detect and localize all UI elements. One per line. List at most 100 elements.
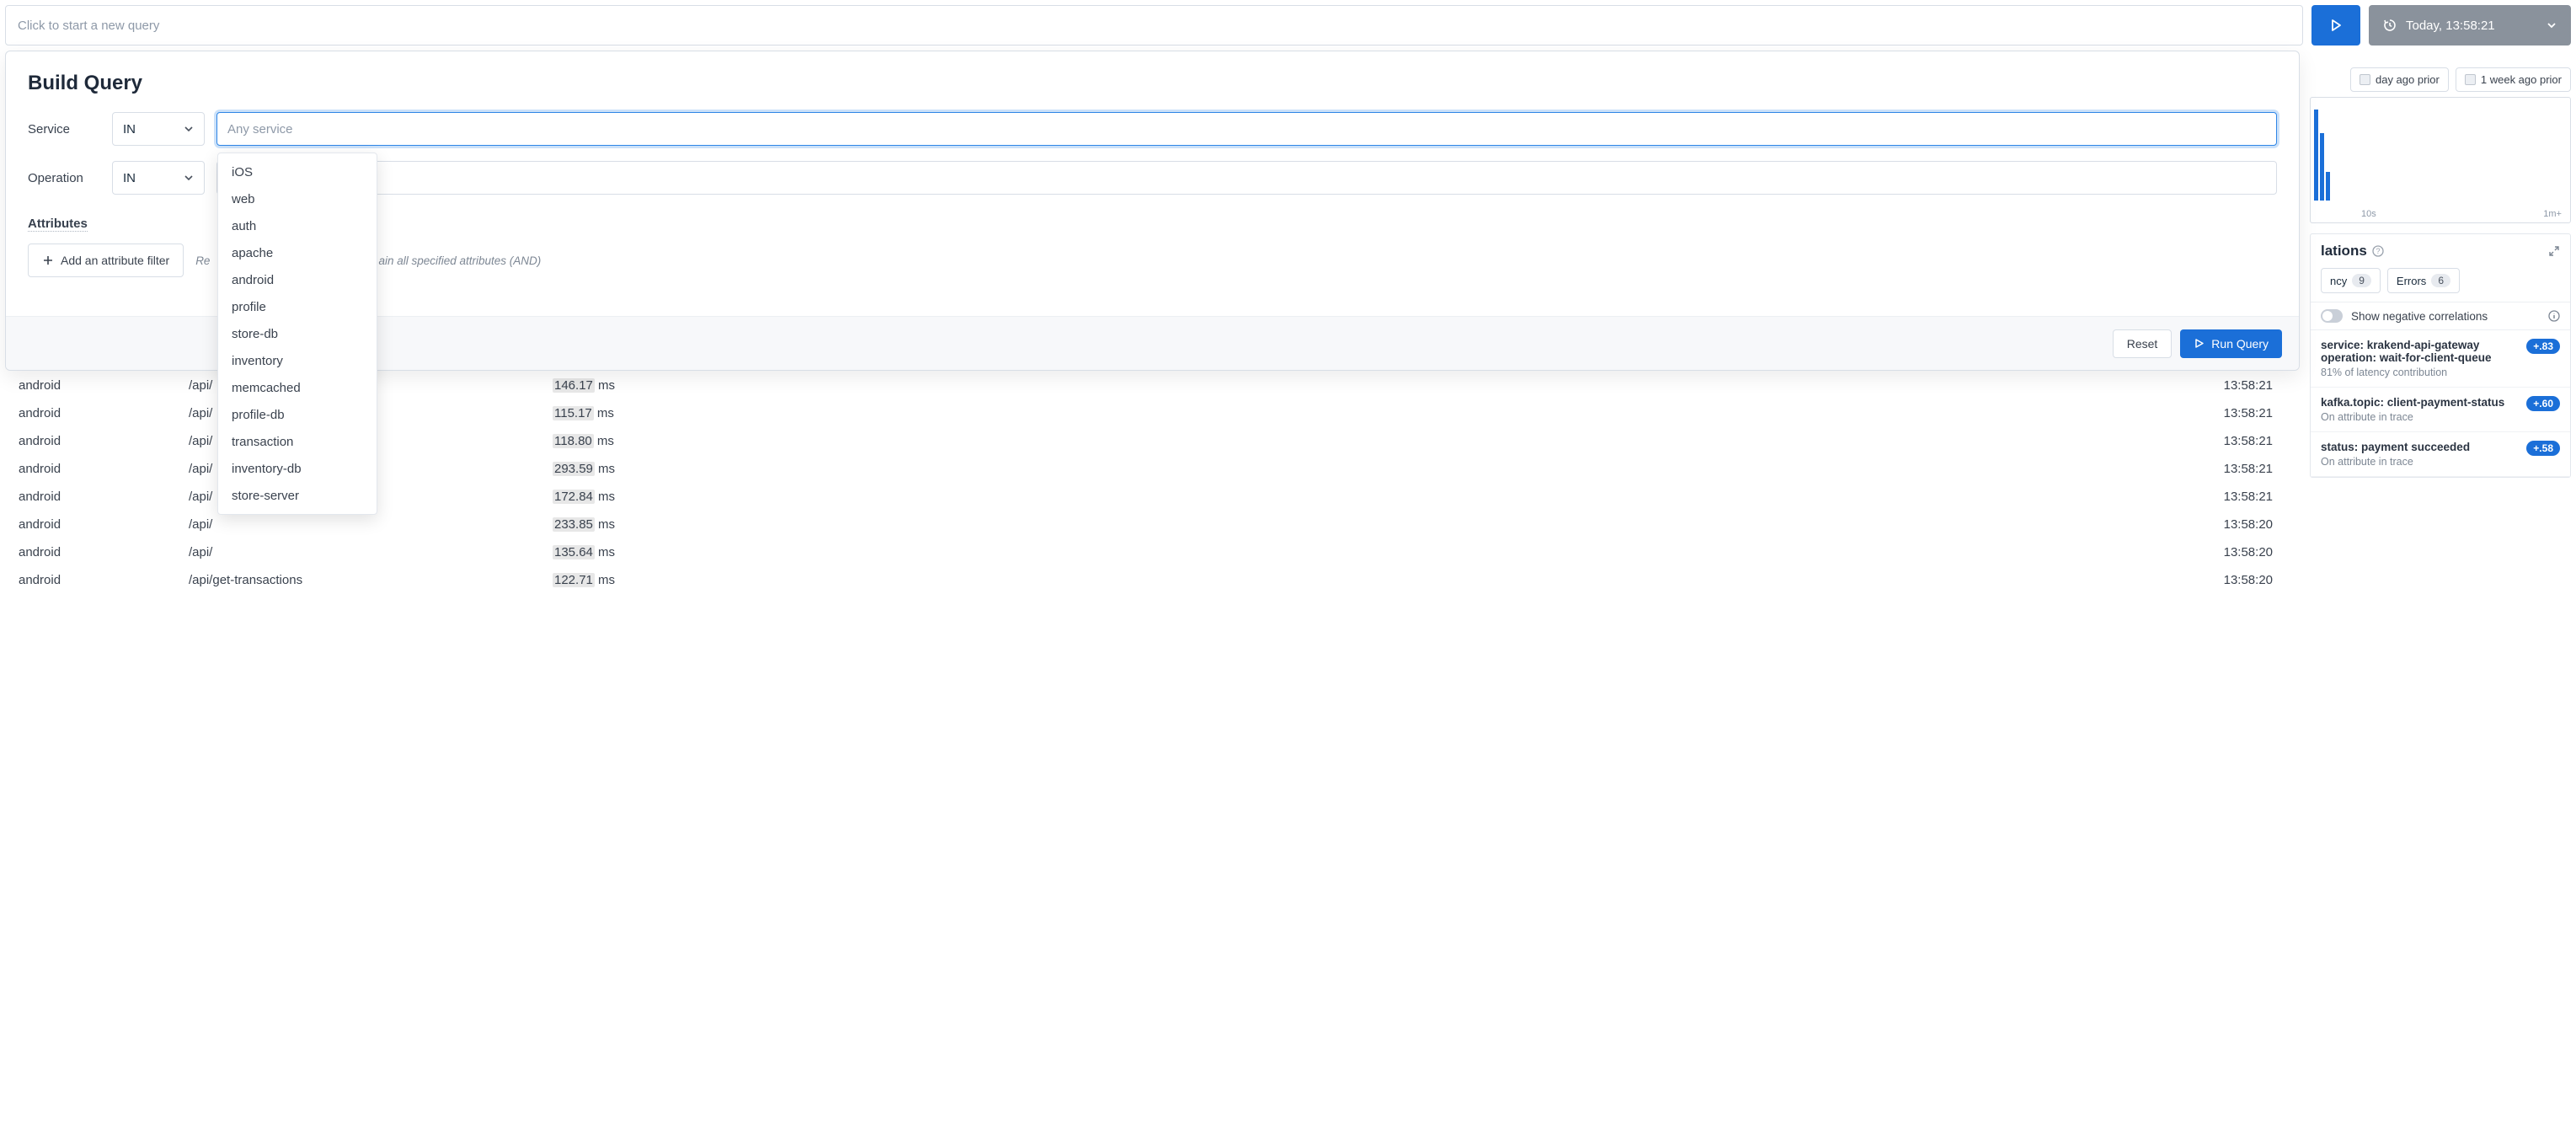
negative-correlations-toggle[interactable] — [2321, 309, 2343, 323]
time-range-button[interactable]: Today, 13:58:21 — [2369, 5, 2571, 45]
run-query-top-button[interactable] — [2311, 5, 2360, 45]
dropdown-item[interactable]: auth — [218, 212, 377, 239]
correlations-panel: lations ? ncy 9 Errors 6 Show negative c… — [2310, 233, 2571, 478]
tab-latency-count: 9 — [2352, 274, 2371, 287]
correlations-title: lations — [2321, 243, 2367, 260]
cell-timestamp: 13:58:21 — [837, 428, 2298, 454]
cell-operation: /api/ — [177, 539, 539, 565]
plus-icon — [42, 254, 54, 266]
correlation-score: +.60 — [2526, 396, 2560, 411]
correlation-item[interactable]: kafka.topic: client-payment-statusOn att… — [2311, 388, 2570, 432]
history-icon — [2382, 18, 2397, 33]
dropdown-item[interactable]: profile-db — [218, 401, 377, 428]
panel-title: Build Query — [28, 72, 2277, 95]
cell-latency: 115.17 ms — [541, 400, 836, 426]
dropdown-item[interactable]: iOS — [218, 158, 377, 185]
latency-histogram: 10s 1m+ — [2310, 97, 2571, 223]
dropdown-item[interactable]: profile — [218, 293, 377, 320]
dropdown-item[interactable]: store-db — [218, 320, 377, 347]
cell-operation: /api/get-transactions — [177, 567, 539, 593]
cell-service: android — [7, 372, 175, 399]
correlation-item[interactable]: status: payment succeededOn attribute in… — [2311, 432, 2570, 477]
correlation-score: +.83 — [2526, 339, 2560, 354]
histogram-bar — [2314, 110, 2318, 201]
dropdown-item[interactable]: android — [218, 266, 377, 293]
table-row[interactable]: android/api/233.85 ms13:58:20 — [7, 511, 2298, 538]
dropdown-item[interactable]: web — [218, 185, 377, 212]
table-row[interactable]: android/api/135.64 ms13:58:20 — [7, 539, 2298, 565]
cell-service: android — [7, 511, 175, 538]
dropdown-item[interactable]: inventory — [218, 347, 377, 374]
run-query-label: Run Query — [2211, 337, 2269, 351]
cell-timestamp: 13:58:20 — [837, 567, 2298, 593]
table-row[interactable]: android/api/get-transactions122.71 ms13:… — [7, 567, 2298, 593]
reset-button[interactable]: Reset — [2113, 329, 2172, 358]
operation-operator-value: IN — [123, 171, 136, 185]
operation-label: Operation — [28, 171, 100, 185]
cell-service: android — [7, 484, 175, 510]
svg-text:?: ? — [2376, 247, 2380, 255]
histogram-bar — [2320, 133, 2324, 201]
histogram-bar — [2326, 172, 2330, 201]
add-attribute-filter-button[interactable]: Add an attribute filter — [28, 244, 184, 277]
dropdown-item[interactable]: memcached — [218, 374, 377, 401]
cell-latency: 135.64 ms — [541, 539, 836, 565]
cell-service: android — [7, 539, 175, 565]
cell-service: android — [7, 567, 175, 593]
build-query-panel: Build Query Service IN Operation IN — [5, 51, 2300, 371]
service-operator-select[interactable]: IN — [112, 112, 205, 146]
cell-timestamp: 13:58:21 — [837, 484, 2298, 510]
time-range-label: Today, 13:58:21 — [2406, 19, 2495, 33]
cell-latency: 122.71 ms — [541, 567, 836, 593]
query-input[interactable] — [18, 19, 2290, 33]
cell-latency: 233.85 ms — [541, 511, 836, 538]
cell-latency: 118.80 ms — [541, 428, 836, 454]
chevron-down-icon — [2546, 19, 2557, 31]
axis-tick: 10s — [2361, 209, 2376, 219]
tab-errors-count: 6 — [2431, 274, 2450, 287]
dropdown-item[interactable]: apache — [218, 239, 377, 266]
cell-timestamp: 13:58:20 — [837, 539, 2298, 565]
query-input-container[interactable] — [5, 5, 2303, 45]
day-ago-label: day ago prior — [2376, 73, 2440, 86]
chevron-down-icon — [184, 173, 194, 183]
negative-correlations-label: Show negative correlations — [2351, 310, 2488, 323]
help-icon[interactable]: ? — [2372, 245, 2384, 257]
cell-service: android — [7, 400, 175, 426]
service-label: Service — [28, 122, 100, 136]
tab-latency[interactable]: ncy 9 — [2321, 268, 2381, 293]
correlation-score: +.58 — [2526, 441, 2560, 456]
info-icon[interactable] — [2548, 310, 2560, 322]
cell-timestamp: 13:58:21 — [837, 400, 2298, 426]
correlation-item[interactable]: service: krakend-api-gatewayoperation: w… — [2311, 330, 2570, 388]
dropdown-item[interactable]: store-server — [218, 482, 377, 509]
cell-latency: 146.17 ms — [541, 372, 836, 399]
add-attribute-label: Add an attribute filter — [61, 254, 169, 267]
cell-service: android — [7, 428, 175, 454]
play-icon — [2329, 19, 2343, 32]
axis-tick: 1m+ — [2543, 209, 2562, 219]
operation-input[interactable] — [216, 161, 2277, 195]
tab-latency-label: ncy — [2330, 275, 2347, 287]
run-query-button[interactable]: Run Query — [2180, 329, 2282, 358]
checkbox-icon — [2465, 74, 2476, 85]
service-dropdown: iOSwebauthapacheandroidprofilestore-dbin… — [217, 153, 377, 515]
dropdown-item[interactable]: inventory-db — [218, 455, 377, 482]
dropdown-item[interactable]: transaction — [218, 428, 377, 455]
chevron-down-icon — [184, 124, 194, 134]
week-ago-toggle[interactable]: 1 week ago prior — [2456, 67, 2571, 92]
tab-errors-label: Errors — [2397, 275, 2426, 287]
cell-timestamp: 13:58:20 — [837, 511, 2298, 538]
expand-icon[interactable] — [2548, 245, 2560, 257]
service-operator-value: IN — [123, 122, 136, 136]
checkbox-icon — [2360, 74, 2370, 85]
operation-operator-select[interactable]: IN — [112, 161, 205, 195]
cell-latency: 172.84 ms — [541, 484, 836, 510]
cell-timestamp: 13:58:21 — [837, 456, 2298, 482]
service-input[interactable] — [216, 112, 2277, 146]
cell-service: android — [7, 456, 175, 482]
play-icon — [2194, 338, 2205, 349]
tab-errors[interactable]: Errors 6 — [2387, 268, 2460, 293]
cell-latency: 293.59 ms — [541, 456, 836, 482]
day-ago-toggle[interactable]: day ago prior — [2350, 67, 2449, 92]
